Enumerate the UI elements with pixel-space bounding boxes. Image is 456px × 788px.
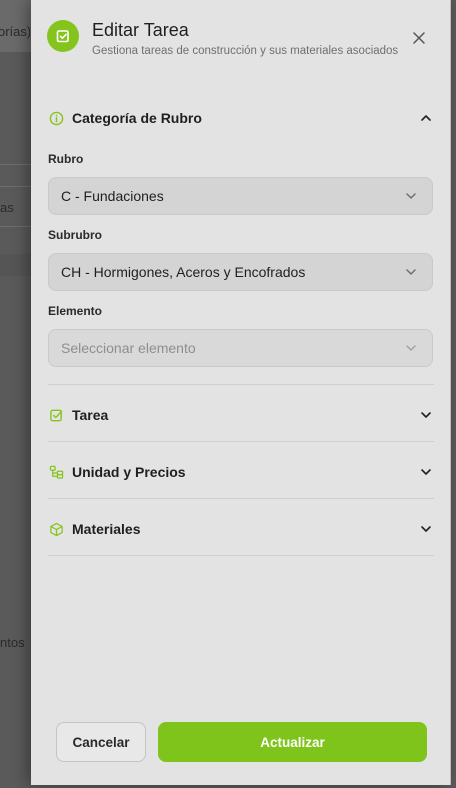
chevron-down-icon: [406, 269, 416, 275]
update-button[interactable]: Actualizar: [158, 722, 427, 762]
edit-task-drawer: Editar Tarea Gestiona tareas de construc…: [31, 0, 451, 785]
elemento-label: Elemento: [48, 304, 103, 318]
background-text-fragment: as: [0, 200, 14, 215]
section-materiales-title: Materiales: [72, 521, 141, 537]
close-button[interactable]: [409, 28, 429, 48]
drawer-header: Editar Tarea Gestiona tareas de construc…: [31, 0, 450, 84]
section-divider: [48, 555, 434, 556]
section-tarea-title: Tarea: [72, 407, 109, 423]
rubro-value: C - Fundaciones: [61, 188, 164, 204]
close-icon: [413, 32, 425, 44]
background-text-fragment: ntos: [0, 635, 25, 650]
rubro-select[interactable]: C - Fundaciones: [48, 177, 433, 215]
chevron-down-icon: [406, 345, 416, 351]
chevron-down-icon: [421, 469, 431, 475]
rubro-label: Rubro: [48, 152, 84, 166]
chevron-down-icon: [421, 526, 431, 532]
drawer-title: Editar Tarea: [92, 20, 189, 40]
subrubro-value: CH - Hormigones, Aceros y Encofrados: [61, 264, 306, 280]
section-unidad-header[interactable]: Unidad y Precios: [47, 460, 434, 484]
check-square-icon: [47, 406, 65, 424]
section-tarea-header[interactable]: Tarea: [47, 403, 434, 427]
section-categoria-header[interactable]: Categoría de Rubro: [47, 106, 434, 130]
chevron-up-icon: [421, 115, 431, 121]
section-divider: [48, 498, 434, 499]
drawer-subtitle: Gestiona tareas de construcción y sus ma…: [92, 45, 399, 57]
subrubro-label: Subrubro: [48, 228, 102, 242]
info-circle-icon: [47, 109, 65, 127]
section-divider: [48, 441, 434, 442]
cancel-button[interactable]: Cancelar: [56, 722, 146, 762]
section-categoria-title: Categoría de Rubro: [72, 110, 202, 126]
section-unidad-title: Unidad y Precios: [72, 464, 186, 480]
background-text-fragment: orías): [0, 24, 30, 39]
chevron-down-icon: [421, 412, 431, 418]
package-icon: [47, 520, 65, 538]
chevron-down-icon: [406, 193, 416, 199]
subrubro-select[interactable]: CH - Hormigones, Aceros y Encofrados: [48, 253, 433, 291]
elemento-select[interactable]: Seleccionar elemento: [48, 329, 433, 367]
elemento-placeholder: Seleccionar elemento: [61, 340, 196, 356]
edit-square-icon: [47, 20, 79, 52]
hierarchy-icon: [47, 463, 65, 481]
section-divider: [48, 384, 434, 385]
section-materiales-header[interactable]: Materiales: [47, 517, 434, 541]
